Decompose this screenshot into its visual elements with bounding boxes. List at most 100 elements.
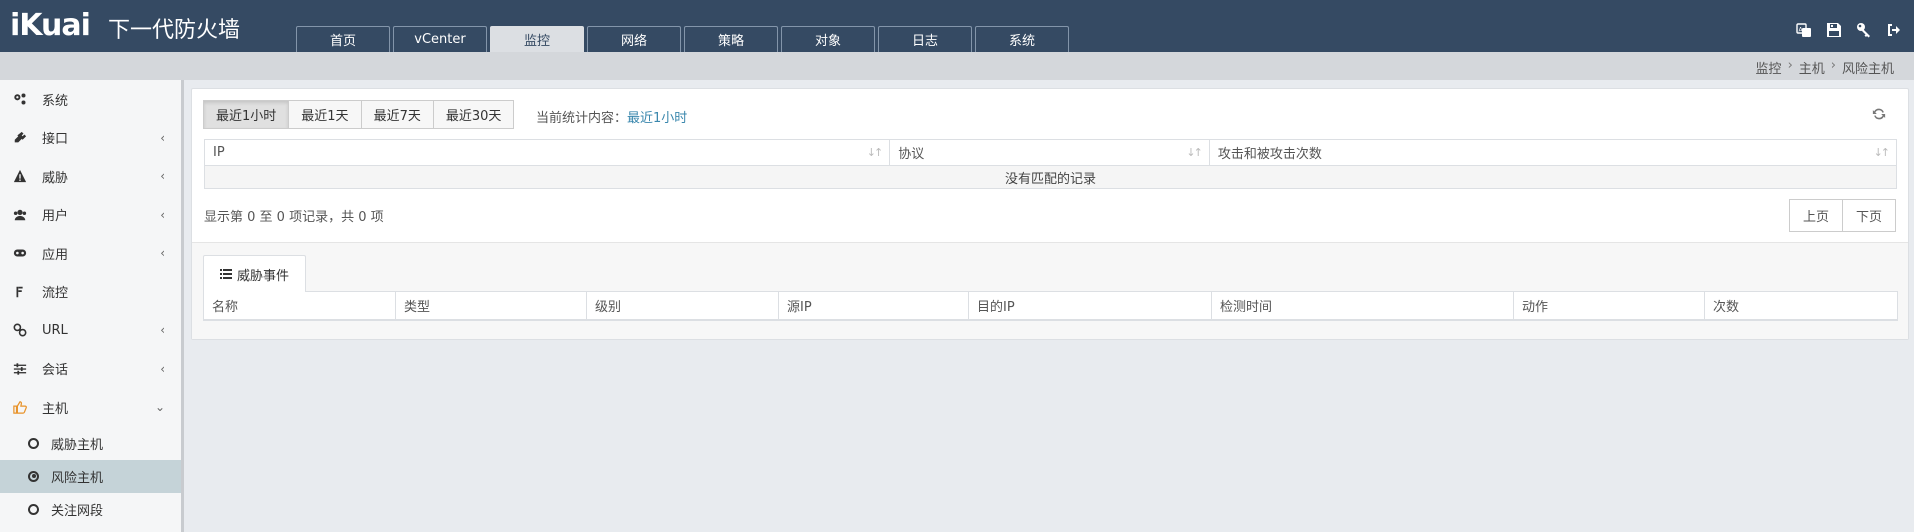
threat-events-section: 威胁事件 名称 类型 级别 源IP 目的IP 检测时间 动作 次数 xyxy=(192,242,1908,339)
nav-tab-policy[interactable]: 策略 xyxy=(684,26,778,52)
refresh-icon[interactable] xyxy=(1872,107,1886,121)
sidebar-item-url[interactable]: URL ‹ xyxy=(0,311,181,350)
sidebar-item-label: 会话 xyxy=(42,363,69,379)
sidebar-item-label: 应用 xyxy=(42,247,69,263)
radio-off-icon xyxy=(28,503,39,515)
nav-tab-system[interactable]: 系统 xyxy=(975,26,1069,52)
logo-text: iKuai xyxy=(10,7,91,43)
sidebar-item-session[interactable]: 会话 ‹ xyxy=(0,350,181,389)
nav-tab-monitor[interactable]: 监控 xyxy=(490,26,584,52)
nav-tab-log[interactable]: 日志 xyxy=(878,26,972,52)
sidebar-item-interface[interactable]: 接口 ‹ xyxy=(0,119,181,158)
nav-tab-network[interactable]: 网络 xyxy=(587,26,681,52)
sliders-icon xyxy=(12,361,28,377)
nav-tab-home[interactable]: 首页 xyxy=(296,26,390,52)
sort-icon: ↓↑ xyxy=(1186,146,1203,159)
logo: iKuai xyxy=(10,6,91,44)
flow-icon xyxy=(12,284,28,300)
column-header-name[interactable]: 名称 xyxy=(204,292,396,320)
breadcrumb-item-host[interactable]: 主机 xyxy=(1799,58,1825,77)
sidebar-item-threat[interactable]: 威胁 ‹ xyxy=(0,157,181,196)
translate-icon[interactable]: A xyxy=(1796,22,1812,38)
prev-page-button[interactable]: 上页 xyxy=(1788,199,1843,232)
key-icon[interactable] xyxy=(1856,22,1872,38)
sidebar-item-label: 接口 xyxy=(42,132,69,148)
breadcrumb-item-monitor[interactable]: 监控 xyxy=(1756,58,1782,77)
chevron-left-icon: ‹ xyxy=(160,130,165,145)
sidebar-item-apps[interactable]: 应用 ‹ xyxy=(0,234,181,273)
sidebar-subitem-label: 威胁主机 xyxy=(51,437,104,453)
nav-tab-vcenter[interactable]: vCenter xyxy=(393,26,487,52)
current-stat-value: 最近1小时 xyxy=(627,111,688,126)
sort-icon: ↓↑ xyxy=(866,146,884,159)
current-stat: 当前统计内容：最近1小时 xyxy=(536,107,687,126)
column-header-attack-count[interactable]: 攻击和被攻击次数 ↓↑ xyxy=(1210,140,1896,165)
chevron-down-icon: ⌄ xyxy=(154,400,165,414)
column-header-level[interactable]: 级别 xyxy=(587,292,779,320)
sidebar-item-users[interactable]: 用户 ‹ xyxy=(0,196,181,235)
save-icon[interactable] xyxy=(1826,22,1842,38)
tab-threat-events[interactable]: 威胁事件 xyxy=(203,255,307,292)
plug-icon xyxy=(12,130,28,146)
next-page-button[interactable]: 下页 xyxy=(1841,199,1896,232)
column-header-count[interactable]: 次数 xyxy=(1705,292,1897,320)
column-header-type[interactable]: 类型 xyxy=(396,292,587,320)
hand-point-icon xyxy=(12,399,28,415)
sidebar-item-label: 威胁 xyxy=(42,170,69,186)
nav-tab-object[interactable]: 对象 xyxy=(781,26,875,52)
link-icon xyxy=(12,322,28,338)
breadcrumb: 监控 › 主机 › 风险主机 xyxy=(1756,58,1894,77)
column-header-source-ip[interactable]: 源IP xyxy=(779,292,969,320)
tab-label: 威胁事件 xyxy=(237,268,290,284)
column-label: IP xyxy=(213,145,225,160)
sidebar-item-label: URL xyxy=(42,322,68,338)
page-info: 显示第 0 至 0 项记录，共 0 项 xyxy=(204,210,384,225)
top-bar: iKuai 下一代防火墙 首页 vCenter 监控 网络 策略 对象 日志 系… xyxy=(0,0,1914,52)
column-header-ip[interactable]: IP ↓↑ xyxy=(205,140,891,165)
sidebar-item-host[interactable]: 主机 ⌄ xyxy=(0,388,181,427)
logout-icon[interactable] xyxy=(1886,22,1902,38)
sidebar-item-system[interactable]: 系统 xyxy=(0,80,181,119)
column-label: 协议 xyxy=(898,147,925,162)
sidebar-subitem-label: 关注网段 xyxy=(51,503,104,519)
time-range-7d-button[interactable]: 最近7天 xyxy=(360,100,434,129)
chevron-left-icon: ‹ xyxy=(160,323,165,337)
chevron-left-icon: ‹ xyxy=(160,207,165,222)
list-icon xyxy=(220,269,232,279)
breadcrumb-bar: 监控 › 主机 › 风险主机 xyxy=(0,52,1914,80)
sidebar-subitem-label: 风险主机 xyxy=(51,470,104,486)
time-range-30d-button[interactable]: 最近30天 xyxy=(432,100,515,129)
top-icons: A xyxy=(1796,22,1902,38)
sidebar-item-flow-control[interactable]: 流控 xyxy=(0,273,181,312)
column-header-protocol[interactable]: 协议 ↓↑ xyxy=(890,140,1210,165)
time-range-1d-button[interactable]: 最近1天 xyxy=(288,100,362,129)
pager: 上页 下页 xyxy=(1788,199,1896,232)
breadcrumb-item-risk-host: 风险主机 xyxy=(1841,62,1894,77)
current-stat-label: 当前统计内容： xyxy=(536,111,628,126)
users-icon xyxy=(12,207,28,223)
gears-icon xyxy=(12,91,28,107)
column-header-detect-time[interactable]: 检测时间 xyxy=(1212,292,1514,320)
sidebar-subitem-risk-host[interactable]: 风险主机 xyxy=(0,459,181,493)
sidebar-subitem-watched-segment[interactable]: 关注网段 xyxy=(0,493,181,526)
breadcrumb-separator: › xyxy=(1830,58,1836,73)
column-header-action[interactable]: 动作 xyxy=(1514,292,1705,320)
time-range-1h-button[interactable]: 最近1小时 xyxy=(203,100,290,129)
sidebar-subitem-threat-host[interactable]: 威胁主机 xyxy=(0,427,181,460)
chevron-left-icon: ‹ xyxy=(160,361,165,376)
sort-icon: ↓↑ xyxy=(1873,146,1891,159)
sidebar-item-label: 用户 xyxy=(42,209,69,225)
breadcrumb-separator: › xyxy=(1787,58,1793,73)
threat-events-table: 名称 类型 级别 源IP 目的IP 检测时间 动作 次数 xyxy=(203,291,1898,321)
warning-icon xyxy=(12,168,28,184)
column-header-dest-ip[interactable]: 目的IP xyxy=(969,292,1212,320)
main-panel: 最近1小时 最近1天 最近7天 最近30天 当前统计内容：最近1小时 IP ↓↑… xyxy=(191,88,1909,340)
gamepad-icon xyxy=(12,245,28,261)
sidebar-item-label: 流控 xyxy=(42,286,69,302)
product-name: 下一代防火墙 xyxy=(108,18,241,43)
sidebar-item-label: 主机 xyxy=(42,401,69,417)
chevron-left-icon: ‹ xyxy=(160,169,165,183)
risk-host-table: IP ↓↑ 协议 ↓↑ 攻击和被攻击次数 ↓↑ 没有匹配的记录 xyxy=(204,139,1897,189)
sidebar-item-label: 系统 xyxy=(42,93,69,109)
main-nav: 首页 vCenter 监控 网络 策略 对象 日志 系统 xyxy=(296,26,1072,52)
